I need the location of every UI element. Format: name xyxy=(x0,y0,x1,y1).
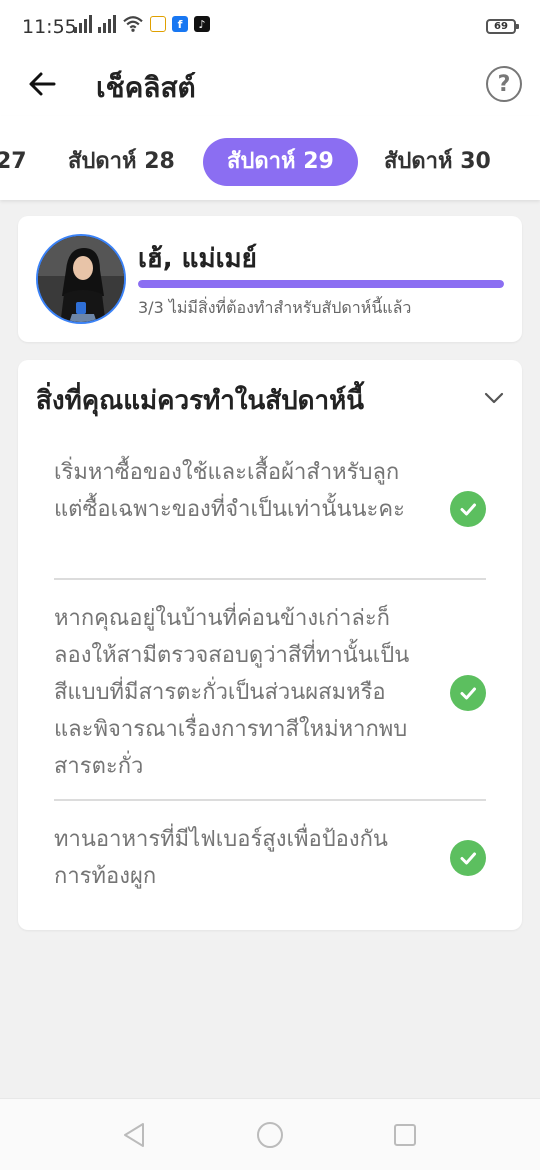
question-circle-icon: ? xyxy=(497,71,511,97)
status-time: 11:55 xyxy=(22,16,77,38)
arrow-left-icon xyxy=(29,72,56,96)
checklist-card: สิ่งที่คุณแม่ควรทำในสัปดาห์นี้ เริ่มหาซื… xyxy=(18,360,522,930)
tab-week-29[interactable]: สัปดาห์ 29 xyxy=(203,138,358,186)
tab-week-30[interactable]: สัปดาห์ 30 xyxy=(384,138,491,186)
app-header: เช็คลิสต์ ? xyxy=(0,54,540,116)
status-bar: 11:55 f ♪ 69 xyxy=(0,0,540,54)
triangle-back-icon xyxy=(124,1123,144,1147)
progress-fill xyxy=(138,280,504,288)
checklist-item-text: หากคุณอยู่ในบ้านที่ค่อนข้างเก่าล่ะก็ ลอง… xyxy=(54,606,410,779)
progress-text: 3/3 ไม่มีสิ่งที่ต้องทำสำหรับสัปดาห์นี้แล… xyxy=(138,298,412,317)
circle-home-icon xyxy=(257,1122,283,1148)
divider xyxy=(54,799,486,801)
help-button[interactable]: ? xyxy=(486,66,522,102)
checklist-item-text: เริ่มหาซื้อของใช้และเสื้อผ้าสำหรับลูก แต… xyxy=(54,460,405,522)
progress-bar xyxy=(138,280,504,288)
chevron-down-icon[interactable] xyxy=(480,384,508,412)
back-button[interactable] xyxy=(22,64,62,104)
tiktok-icon: ♪ xyxy=(194,16,210,32)
wifi-icon xyxy=(123,16,143,32)
checklist-item[interactable]: เริ่มหาซื้อของใช้และเสื้อผ้าสำหรับลูก แต… xyxy=(54,454,486,528)
checklist-item[interactable]: หากคุณอยู่ในบ้านที่ค่อนข้างเก่าล่ะก็ ลอง… xyxy=(54,600,486,785)
tab-week-27[interactable]: 27 xyxy=(0,138,27,186)
nav-back-button[interactable] xyxy=(118,1119,150,1151)
signal-icon xyxy=(74,15,92,33)
notification-app-icon xyxy=(150,16,166,32)
facebook-icon: f xyxy=(172,16,188,32)
checklist-title: สิ่งที่คุณแม่ควรทำในสัปดาห์นี้ xyxy=(36,386,365,416)
divider xyxy=(54,578,486,580)
week-tabs: 27 สัปดาห์ 28 สัปดาห์ 29 สัปดาห์ 30 xyxy=(0,116,540,200)
tab-week-28[interactable]: สัปดาห์ 28 xyxy=(68,138,175,186)
avatar-photo xyxy=(38,236,124,322)
avatar[interactable] xyxy=(36,234,126,324)
checklist-item-text: ทานอาหารที่มีไฟเบอร์สูงเพื่อป้องกันการท้… xyxy=(54,827,388,889)
system-nav-bar xyxy=(0,1098,540,1170)
battery-icon: 69 xyxy=(486,19,519,34)
signal-icon xyxy=(98,15,116,33)
profile-card: เฮ้, แม่เมย์ 3/3 ไม่มีสิ่งที่ต้องทำสำหรั… xyxy=(18,216,522,342)
nav-recents-button[interactable] xyxy=(389,1119,421,1151)
nav-home-button[interactable] xyxy=(254,1119,286,1151)
checklist-item[interactable]: ทานอาหารที่มีไฟเบอร์สูงเพื่อป้องกันการท้… xyxy=(54,821,486,895)
check-circle-icon[interactable] xyxy=(450,840,486,876)
check-circle-icon[interactable] xyxy=(450,675,486,711)
square-recents-icon xyxy=(394,1124,416,1146)
status-icons: f ♪ xyxy=(74,15,210,33)
check-circle-icon[interactable] xyxy=(450,491,486,527)
page-title: เช็คลิสต์ xyxy=(96,71,196,104)
greeting: เฮ้, แม่เมย์ xyxy=(138,244,257,274)
